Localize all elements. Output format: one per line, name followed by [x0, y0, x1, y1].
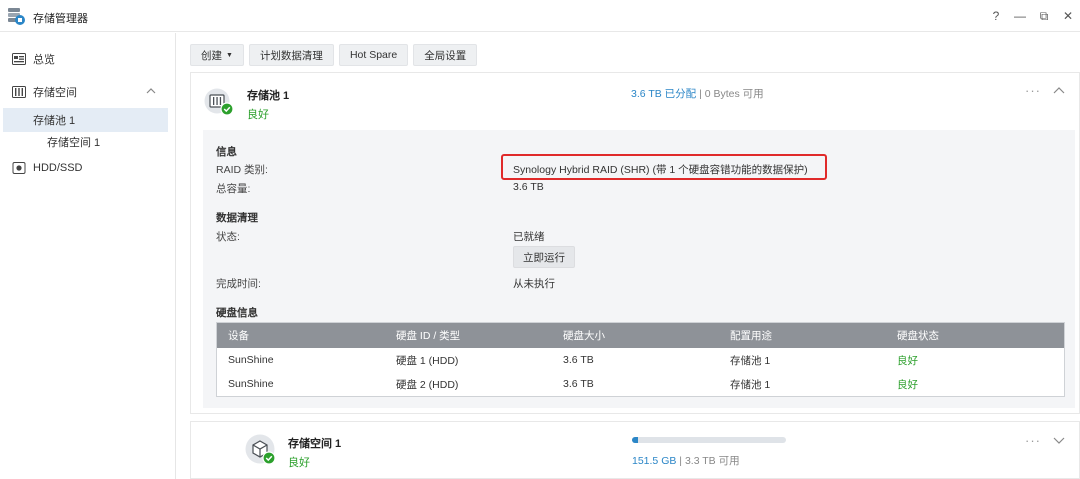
table-cell-status: 良好	[897, 378, 918, 391]
sidebar-item-label: 存储空间 1	[47, 137, 101, 149]
disk-info-table: 设备 硬盘 ID / 类型 硬盘大小 配置用途 硬盘状态 SunShine 硬盘…	[216, 322, 1065, 397]
storage-pool-allocation: 3.6 TB 已分配 | 0 Bytes 可用	[631, 86, 764, 101]
completion-time-label: 完成时间:	[216, 278, 261, 290]
storage-pool-status: 良好	[247, 109, 269, 121]
available-text: 3.3 TB 可用	[684, 455, 740, 467]
global-settings-button[interactable]: 全局设置	[413, 44, 478, 66]
separator: |	[696, 88, 705, 100]
table-cell: 存储池 1	[730, 354, 771, 367]
title-bar: 存储管理器 ? — ⧉ ✕	[0, 0, 1080, 32]
volume-icon	[245, 434, 276, 465]
table-cell: 3.6 TB	[563, 378, 594, 390]
hot-spare-button[interactable]: Hot Spare	[338, 44, 409, 66]
column-header-usage[interactable]: 配置用途	[719, 328, 886, 343]
raid-type-label: RAID 类别:	[216, 164, 268, 176]
column-header-status[interactable]: 硬盘状态	[886, 328, 1064, 343]
window-controls: ? — ⧉ ✕	[984, 0, 1080, 32]
table-cell: 硬盘 2 (HDD)	[396, 378, 459, 391]
storage-pool-name: 存储池 1	[247, 90, 290, 102]
sidebar-item-volume-1[interactable]: 存储空间 1	[3, 130, 168, 154]
disk-info-section-title: 硬盘信息	[216, 307, 258, 319]
completion-time-value: 从未执行	[513, 278, 555, 290]
storage-pool-icon	[204, 88, 234, 116]
toolbar: 创建 ▼ 计划数据清理 Hot Spare 全局设置	[190, 44, 478, 66]
sidebar-item-overview[interactable]: 总览	[0, 47, 168, 71]
column-header-size[interactable]: 硬盘大小	[552, 328, 719, 343]
table-cell: SunShine	[228, 378, 274, 390]
scrub-state-value: 已就绪	[513, 231, 545, 243]
column-header-device[interactable]: 设备	[217, 328, 385, 343]
schedule-scrub-button[interactable]: 计划数据清理	[248, 44, 334, 66]
table-row[interactable]: SunShine 硬盘 1 (HDD) 3.6 TB 存储池 1 良好	[217, 348, 1064, 372]
total-capacity-value: 3.6 TB	[513, 181, 544, 193]
sidebar-item-label: HDD/SSD	[33, 162, 83, 174]
table-cell: 存储池 1	[730, 378, 771, 391]
storage-manager-app-icon	[8, 8, 25, 25]
chevron-up-icon[interactable]	[146, 86, 156, 96]
volume-usage-bar	[632, 437, 786, 443]
volume-status: 良好	[288, 457, 310, 469]
sidebar: 总览 存储空间 存储池 1 存储空间 1 HDD/SSD	[0, 33, 176, 479]
window-title: 存储管理器	[33, 13, 88, 25]
sidebar-item-label: 存储空间	[33, 87, 77, 99]
volume-usage-text: 151.5 GB | 3.3 TB 可用	[632, 453, 740, 468]
scrub-state-label: 状态:	[216, 231, 240, 243]
total-capacity-label: 总容量:	[216, 183, 251, 195]
storage-pool-header[interactable]: 存储池 1 良好 3.6 TB 已分配 | 0 Bytes 可用 ···	[191, 73, 1079, 128]
close-button[interactable]: ✕	[1056, 4, 1080, 28]
table-cell: SunShine	[228, 354, 274, 366]
storage-pool-details: 信息 RAID 类别: Synology Hybrid RAID (SHR) (…	[203, 130, 1075, 408]
storage-pool-card: 存储池 1 良好 3.6 TB 已分配 | 0 Bytes 可用 ··· 信息 …	[190, 72, 1080, 414]
create-button-label: 创建	[201, 49, 222, 62]
volume-card[interactable]: 存储空间 1 良好 151.5 GB | 3.3 TB 可用 ···	[190, 421, 1080, 479]
more-options-icon[interactable]: ···	[1025, 83, 1041, 98]
table-cell: 硬盘 1 (HDD)	[396, 354, 459, 367]
caret-down-icon: ▼	[226, 51, 233, 59]
storage-icon	[12, 86, 26, 98]
sidebar-item-storage-pool-1[interactable]: 存储池 1	[3, 108, 168, 132]
volume-usage-fill	[632, 437, 639, 443]
table-cell-status: 良好	[897, 354, 918, 367]
separator: |	[676, 455, 685, 467]
restore-button[interactable]: ⧉	[1032, 4, 1056, 28]
more-options-icon[interactable]: ···	[1025, 433, 1041, 448]
table-cell: 3.6 TB	[563, 354, 594, 366]
create-button[interactable]: 创建 ▼	[190, 44, 244, 66]
overview-icon	[12, 53, 26, 65]
volume-name: 存储空间 1	[288, 438, 342, 450]
sidebar-item-label: 存储池 1	[33, 115, 76, 127]
table-header-row: 设备 硬盘 ID / 类型 硬盘大小 配置用途 硬盘状态	[217, 323, 1064, 348]
sidebar-item-label: 总览	[33, 54, 55, 66]
help-button[interactable]: ?	[984, 4, 1008, 28]
table-row[interactable]: SunShine 硬盘 2 (HDD) 3.6 TB 存储池 1 良好	[217, 372, 1064, 396]
minimize-button[interactable]: —	[1008, 4, 1032, 28]
info-section-title: 信息	[216, 146, 237, 158]
chevron-down-icon[interactable]	[1053, 435, 1065, 445]
sidebar-item-hdd-ssd[interactable]: HDD/SSD	[0, 156, 168, 180]
hdd-icon	[12, 162, 26, 174]
column-header-disk-id[interactable]: 硬盘 ID / 类型	[385, 328, 552, 343]
chevron-up-icon[interactable]	[1053, 86, 1065, 96]
scrub-section-title: 数据清理	[216, 212, 258, 224]
run-now-button[interactable]: 立即运行	[513, 246, 575, 268]
allocated-text: 3.6 TB 已分配	[631, 88, 697, 100]
used-text: 151.5 GB	[632, 455, 677, 467]
sidebar-item-storage[interactable]: 存储空间	[0, 80, 168, 104]
raid-type-value: Synology Hybrid RAID (SHR) (带 1 个硬盘容错功能的…	[513, 164, 808, 176]
available-text: 0 Bytes 可用	[704, 88, 764, 100]
